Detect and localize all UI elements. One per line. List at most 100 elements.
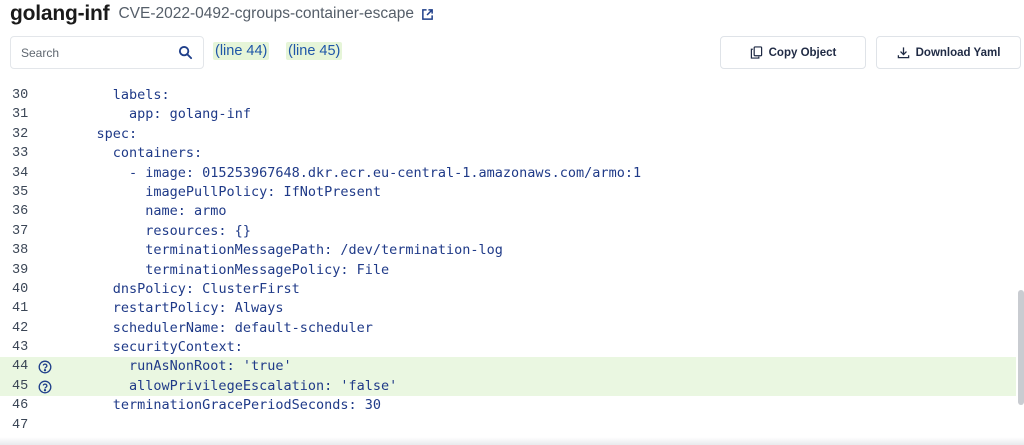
search-icon[interactable] xyxy=(178,45,194,61)
code-line: 31 app: golang-inf xyxy=(0,105,1016,124)
code-text: schedulerName: default-scheduler xyxy=(64,319,373,338)
code-text: spec: xyxy=(64,125,138,144)
code-line: 32 spec: xyxy=(0,125,1016,144)
code-line: 47 xyxy=(0,416,1016,435)
code-text: - image: 015253967648.dkr.ecr.eu-central… xyxy=(64,164,641,183)
line-link-45[interactable]: (line 45) xyxy=(286,42,343,60)
code-text: allowPrivilegeEscalation: 'false' xyxy=(64,377,397,396)
code-content: dnsPolicy: ClusterFirst xyxy=(112,280,300,297)
line-number: 46 xyxy=(12,398,29,414)
line-number: 33 xyxy=(12,146,29,162)
code-text: dnsPolicy: ClusterFirst xyxy=(64,280,300,299)
code-text: terminationMessagePath: /dev/termination… xyxy=(64,241,503,260)
page-header: golang-inf CVE-2022-0492-cgroups-contain… xyxy=(10,0,434,28)
code-line: 35 imagePullPolicy: IfNotPresent xyxy=(0,183,1016,202)
code-content: name: armo xyxy=(145,203,227,220)
copy-object-button[interactable]: Copy Object xyxy=(720,36,866,69)
line-number: 43 xyxy=(12,340,29,356)
code-content: terminationMessagePath: /dev/termination… xyxy=(145,242,503,259)
external-link-icon[interactable] xyxy=(420,7,434,21)
line-number: 30 xyxy=(12,88,29,103)
code-text: containers: xyxy=(64,144,202,163)
code-line: 33 containers: xyxy=(0,144,1016,163)
line-number: 32 xyxy=(12,126,29,142)
line-number: 35 xyxy=(12,184,29,200)
code-line: 37 resources: {} xyxy=(0,222,1016,241)
help-circle-icon[interactable] xyxy=(38,380,52,394)
code-line: 36 name: armo xyxy=(0,202,1016,221)
bottom-fade xyxy=(0,437,1024,445)
download-yaml-label: Download Yaml xyxy=(915,46,1001,59)
code-line: 45 allowPrivilegeEscalation: 'false' xyxy=(0,376,1016,397)
line-link-44[interactable]: (line 44) xyxy=(213,42,270,60)
page-title: golang-inf xyxy=(10,2,110,25)
line-number: 45 xyxy=(12,378,29,394)
code-content: securityContext: xyxy=(112,339,243,356)
code-content: runAsNonRoot: 'true' xyxy=(129,358,292,375)
line-number: 34 xyxy=(12,165,29,181)
line-number: 40 xyxy=(12,281,29,297)
copy-icon xyxy=(750,46,763,59)
code-content: resources: {} xyxy=(145,222,251,239)
download-yaml-button[interactable]: Download Yaml xyxy=(876,36,1021,69)
line-number: 42 xyxy=(12,320,29,336)
code-text: name: armo xyxy=(64,202,227,221)
line-number: 41 xyxy=(12,301,29,317)
code-line: 46 terminationGracePeriodSeconds: 30 xyxy=(0,396,1016,415)
code-content: schedulerName: default-scheduler xyxy=(112,319,373,336)
code-line: 30 labels: xyxy=(0,86,1016,105)
code-line: 41 restartPolicy: Always xyxy=(0,299,1016,318)
code-content: imagePullPolicy: IfNotPresent xyxy=(145,183,381,200)
code-content: app: golang-inf xyxy=(129,106,251,123)
control-name: CVE-2022-0492-cgroups-container-escape xyxy=(118,5,415,22)
line-number: 38 xyxy=(12,243,29,259)
code-text: terminationMessagePolicy: File xyxy=(64,261,389,280)
code-text: app: golang-inf xyxy=(64,105,251,124)
code-line: 39 terminationMessagePolicy: File xyxy=(0,261,1016,280)
code-text: imagePullPolicy: IfNotPresent xyxy=(64,183,381,202)
code-content: terminationGracePeriodSeconds: 30 xyxy=(112,397,381,414)
code-content: containers: xyxy=(112,145,203,162)
search-box xyxy=(10,36,204,69)
help-circle-icon[interactable] xyxy=(38,360,52,374)
toolbar: (line 44) (line 45) Copy Object Download… xyxy=(10,36,1022,69)
copy-object-label: Copy Object xyxy=(768,46,837,59)
vertical-scrollbar[interactable] xyxy=(1018,290,1024,405)
code-line: 40 dnsPolicy: ClusterFirst xyxy=(0,280,1016,299)
search-input[interactable] xyxy=(11,37,171,68)
code-text: securityContext: xyxy=(64,338,243,357)
line-number: 36 xyxy=(12,204,29,220)
line-number: 39 xyxy=(12,262,29,278)
line-number: 37 xyxy=(12,223,29,239)
yaml-code-viewer: 30 labels: 31 app: golang-inf 32 spec: 33 c… xyxy=(0,86,1016,445)
line-number: 44 xyxy=(12,359,29,375)
code-line: 34 - image: 015253967648.dkr.ecr.eu-cent… xyxy=(0,164,1016,183)
code-line: 38 terminationMessagePath: /dev/terminat… xyxy=(0,241,1016,260)
code-content: spec: xyxy=(96,125,138,142)
code-text: labels: xyxy=(64,86,170,105)
code-text: terminationGracePeriodSeconds: 30 xyxy=(64,396,381,415)
code-text: runAsNonRoot: 'true' xyxy=(64,357,292,376)
code-content: labels: xyxy=(112,87,170,103)
code-line: 43 securityContext: xyxy=(0,338,1016,357)
line-number: 47 xyxy=(12,417,29,433)
code-content: restartPolicy: Always xyxy=(112,300,284,317)
download-icon xyxy=(897,46,910,59)
code-content: allowPrivilegeEscalation: 'false' xyxy=(129,377,398,394)
